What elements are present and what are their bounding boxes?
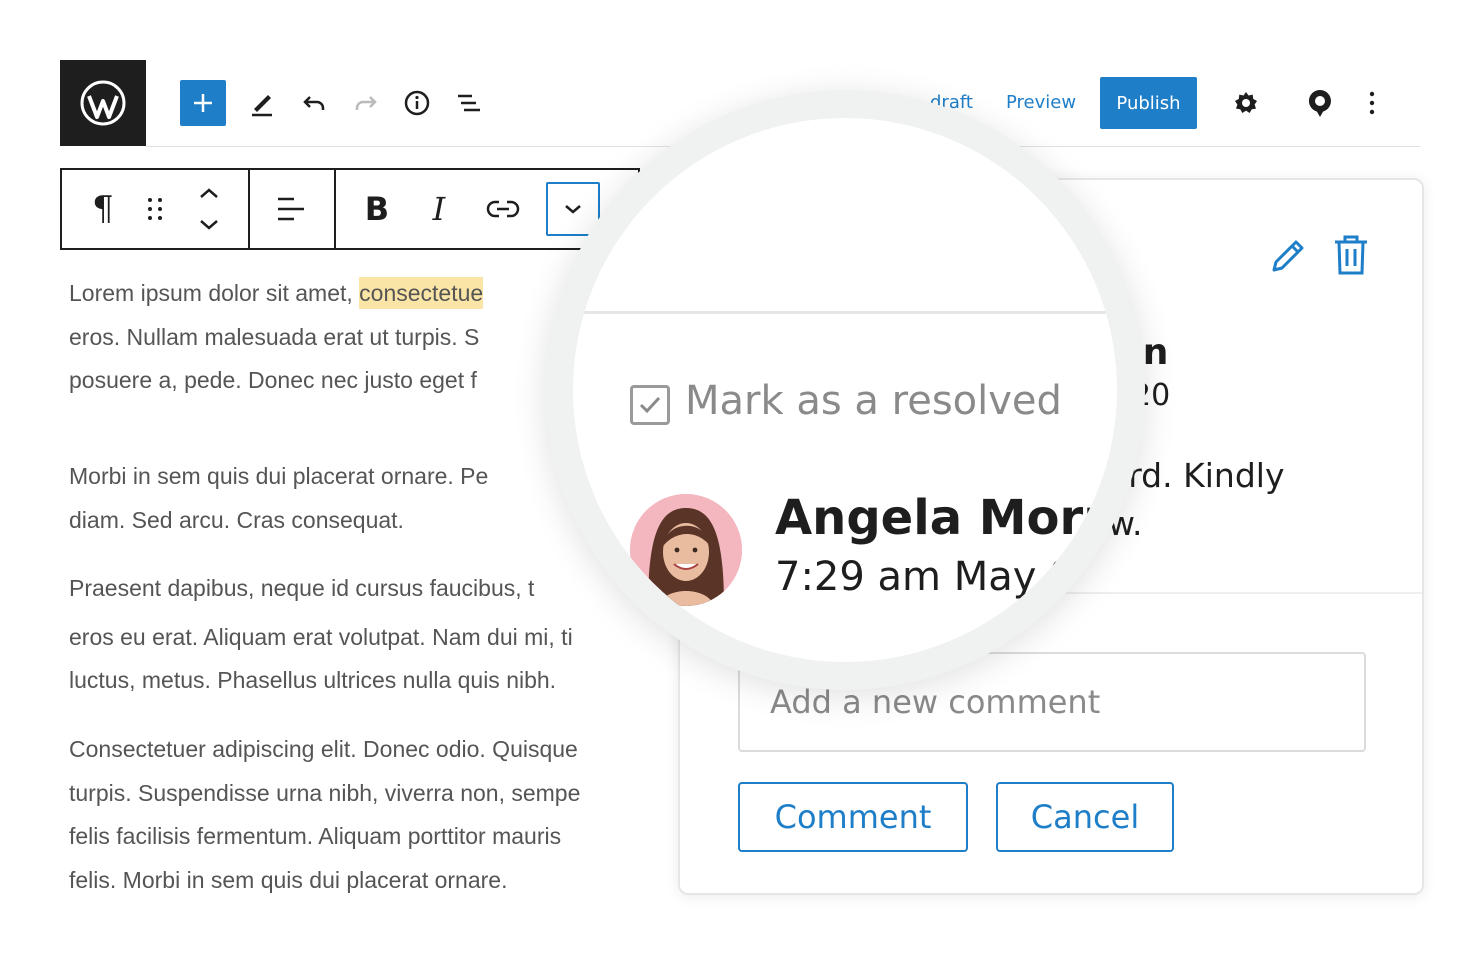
resolve-checkbox[interactable]: [630, 385, 670, 425]
options-button[interactable]: [1352, 83, 1392, 123]
toolbar-separator: [334, 170, 336, 248]
paragraph-line: posuere a, pede. Donec nec justo eget f: [69, 367, 477, 393]
paragraph-1[interactable]: Lorem ipsum dolor sit amet, consectetue …: [69, 272, 484, 403]
pencil-icon: [252, 95, 272, 117]
wordpress-logo[interactable]: [60, 60, 146, 146]
paragraph-line: turpis. Suspendisse urna nibh, viverra n…: [69, 779, 581, 806]
drag-handle-icon: [148, 198, 162, 220]
align-left-icon: [278, 197, 304, 221]
paragraph-line: eros. Nullam malesuada erat ut turpis. S: [69, 323, 480, 350]
settings-button[interactable]: [1226, 83, 1266, 123]
paragraph-line: felis. Morbi in sem quis dui placerat or…: [69, 866, 508, 893]
undo-icon: [303, 96, 325, 110]
more-vertical-icon: [1369, 91, 1375, 115]
italic-button[interactable]: I: [414, 184, 464, 234]
comment-button[interactable]: Comment: [738, 782, 968, 852]
link-button[interactable]: [478, 184, 528, 234]
plus-icon: [194, 94, 212, 112]
trash-icon: [1335, 235, 1367, 275]
bold-button[interactable]: B: [352, 184, 402, 234]
comment-icon: [1308, 90, 1331, 117]
paragraph-3[interactable]: Praesent dapibus, neque id cursus faucib…: [69, 567, 573, 703]
preview-button[interactable]: Preview: [1006, 92, 1076, 113]
paragraph-line: diam. Sed arcu. Cras consequat.: [69, 506, 404, 533]
paragraph-4[interactable]: Consectetuer adipiscing elit. Donec odio…: [69, 728, 580, 902]
paragraph-line: eros eu erat. Aliquam erat volutpat. Nam…: [69, 623, 573, 650]
paragraph-line: Consectetuer adipiscing elit. Donec odio…: [69, 736, 578, 762]
add-block-button[interactable]: [180, 80, 226, 126]
resolve-label[interactable]: Mark as a resolved: [685, 378, 1062, 424]
commented-highlight[interactable]: consectetue: [359, 277, 484, 309]
paragraph-line: luctus, metus. Phasellus ultrices nulla …: [69, 667, 557, 693]
drag-handle[interactable]: [130, 184, 180, 234]
paragraph-line: Lorem ipsum dolor sit amet, consectetue: [69, 272, 484, 316]
redo-icon: [355, 96, 377, 110]
comment-timestamp: 7:29 am May 8: [775, 554, 1075, 600]
link-icon: [486, 200, 520, 218]
comments-button[interactable]: [1300, 83, 1340, 123]
move-up-down-icon: [200, 188, 218, 230]
edit-comment-button[interactable]: [1268, 236, 1308, 280]
paragraph-line: Morbi in sem quis dui placerat ornare. P…: [69, 463, 489, 489]
delete-comment-button[interactable]: [1332, 234, 1370, 280]
redo-button[interactable]: [346, 83, 386, 123]
align-button[interactable]: [266, 184, 316, 234]
avatar-photo: [630, 494, 742, 606]
magnifier-content: Mark as a resolved Angela Morri 7:29 am …: [573, 118, 1117, 662]
publish-button[interactable]: Publish: [1100, 77, 1197, 129]
undo-button[interactable]: [294, 83, 334, 123]
magnifier-lens: Mark as a resolved Angela Morri 7:29 am …: [545, 90, 1145, 690]
toolbar-separator: [248, 170, 250, 248]
list-view-button[interactable]: [449, 83, 489, 123]
magnifier-divider: [573, 311, 1117, 314]
chevron-down-icon: [565, 205, 581, 214]
paragraph-block-button[interactable]: ¶: [78, 184, 128, 234]
wordpress-icon: [80, 80, 126, 126]
paragraph-2[interactable]: Morbi in sem quis dui placerat ornare. P…: [69, 455, 488, 542]
paragraph-line: felis facilisis fermentum. Aliquam portt…: [69, 823, 562, 849]
checkmark-icon: [639, 396, 661, 414]
paragraph-line: Praesent dapibus, neque id cursus faucib…: [69, 575, 535, 601]
paragraph-text: Lorem ipsum dolor sit amet,: [69, 280, 360, 306]
info-icon: [404, 90, 430, 116]
comment-author-name: Angela Morri: [775, 490, 1117, 546]
avatar: [630, 494, 742, 606]
details-button[interactable]: [397, 83, 437, 123]
gear-icon: [1235, 92, 1257, 113]
list-view-icon: [458, 94, 480, 112]
cancel-button[interactable]: Cancel: [996, 782, 1174, 852]
tools-button[interactable]: [242, 83, 282, 123]
block-toolbar: ¶ B I: [60, 168, 640, 250]
pencil-icon: [1272, 240, 1304, 272]
move-block-button[interactable]: [184, 184, 234, 234]
